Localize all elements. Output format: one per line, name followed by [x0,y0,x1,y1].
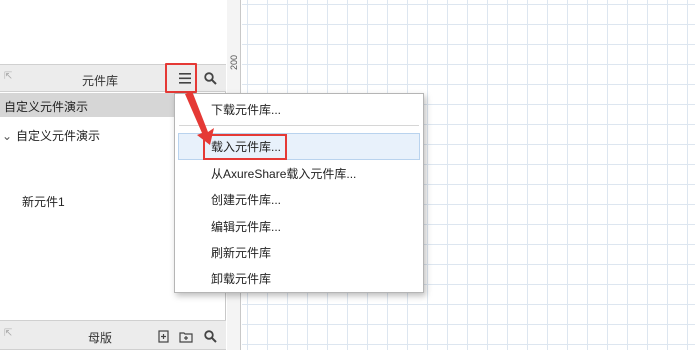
add-page-icon[interactable] [155,328,171,344]
menu-item-unload-library[interactable]: 卸载元件库 [211,268,271,290]
menu-item-create-library[interactable]: 创建元件库... [211,189,281,211]
menu-item-edit-library[interactable]: 编辑元件库... [211,216,281,238]
search-icon[interactable] [202,328,218,344]
menu-item-refresh-library[interactable]: 刷新元件库 [211,242,271,264]
tree-root-label: 自定义元件演示 [16,129,101,143]
add-folder-icon[interactable] [178,328,194,344]
menu-item-load-from-axureshare[interactable]: 从AxureShare载入元件库... [211,163,356,185]
master-panel-header: ⇱ 母版 [0,320,226,350]
widget-item[interactable]: 新元件1 [22,193,65,210]
library-tree-root[interactable]: ⌄ 自定义元件演示 [2,127,100,144]
red-arrow-annotation [185,91,214,145]
menu-item-download-library[interactable]: 下载元件库... [211,99,281,121]
ruler-label: 200 [229,54,239,70]
chevron-down-icon[interactable]: ⌄ [2,129,16,143]
pages-panel-area [0,0,226,64]
search-icon[interactable] [202,70,218,86]
